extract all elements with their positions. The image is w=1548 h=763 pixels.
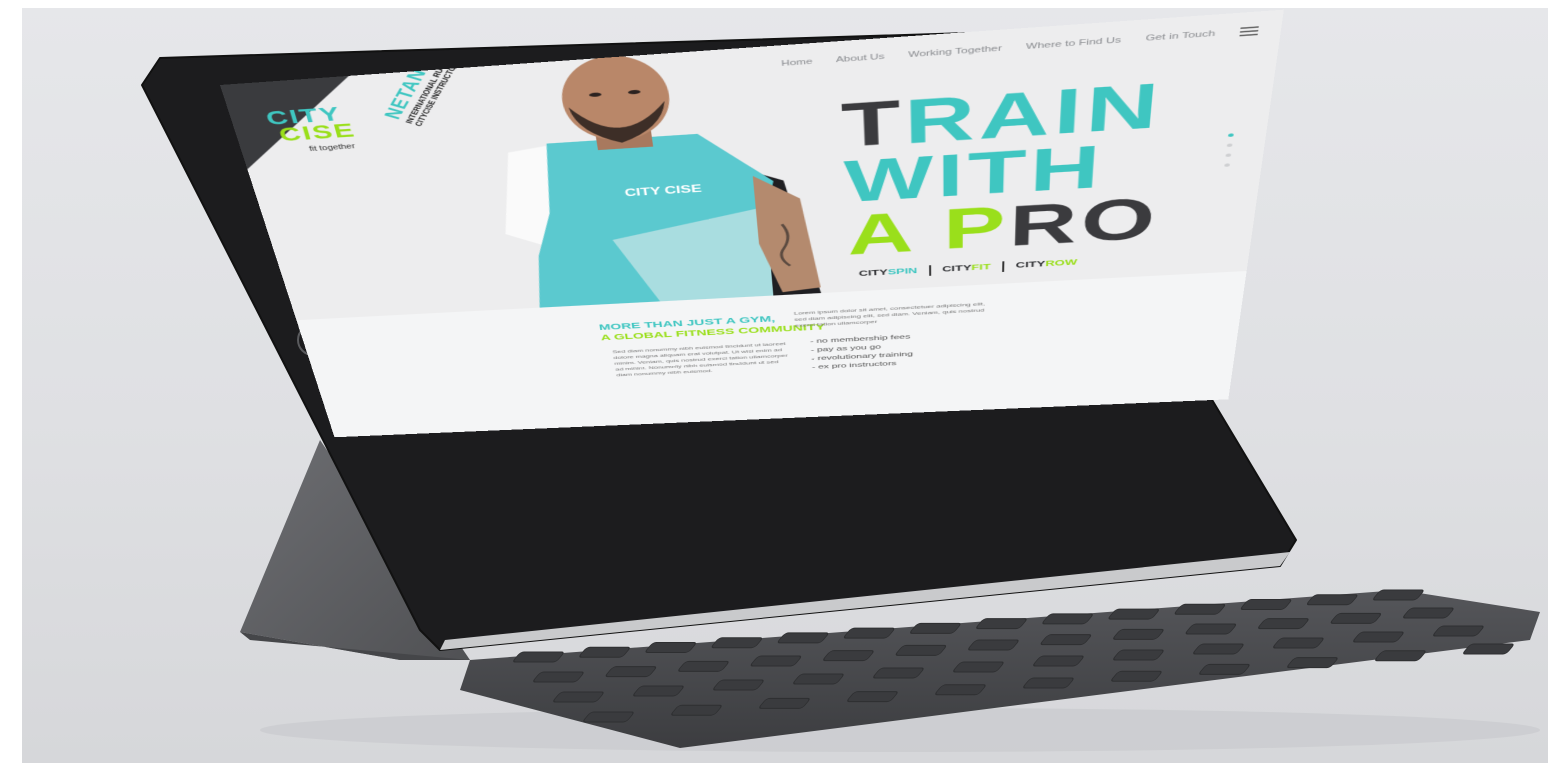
keyboard-key (910, 622, 961, 634)
keyboard-key (873, 667, 924, 679)
instructor-photo: CITY CISE (487, 52, 822, 308)
headline-line-3: A PRO (846, 186, 1162, 266)
brand-cityspin[interactable]: CITYSPIN (859, 266, 918, 278)
keyboard-key (1306, 594, 1358, 606)
hero-headline: TRAIN WITH A PRO (840, 70, 1173, 266)
keyboard-key (1185, 623, 1237, 635)
section-tagline: MORE THAN JUST A GYM, A GLOBAL FITNESS C… (598, 311, 825, 343)
keyboard-key (1113, 628, 1164, 640)
keyboard-key (968, 639, 1019, 651)
keyboard-key (633, 685, 684, 697)
keyboard-key (1033, 655, 1084, 667)
keyboard-key (1353, 631, 1404, 643)
keyboard-key (605, 666, 657, 678)
keyboard-key (935, 684, 986, 696)
logo-line-2: CISE (276, 119, 359, 146)
keyboard-key (1111, 670, 1162, 682)
keyboard-key (1199, 663, 1250, 675)
keyboard-key (1042, 613, 1093, 625)
keyboard-key (1273, 637, 1324, 649)
carousel-dots (1223, 133, 1235, 173)
keyboard-key (976, 618, 1027, 630)
keyboard-key (847, 691, 898, 703)
keyboard-key (1108, 608, 1159, 620)
carousel-dot[interactable] (1227, 133, 1234, 138)
nav-about-us[interactable]: About Us (836, 52, 885, 64)
keyboard-key (759, 697, 810, 709)
nav-get-in-touch[interactable]: Get in Touch (1145, 29, 1215, 43)
keyboard-key (1403, 607, 1454, 619)
nav-where-to-find-us[interactable]: Where to Find Us (1026, 36, 1121, 51)
body-text-right: Lorem ipsum dolor sit amet, consectetuer… (793, 301, 986, 329)
keyboard-key (1375, 650, 1426, 662)
keyboard-key (823, 650, 874, 662)
brand-cityrow[interactable]: CITYROW (1016, 258, 1078, 270)
hamburger-icon[interactable] (1239, 26, 1259, 37)
keyboard-key (713, 679, 764, 691)
carousel-dot[interactable] (1224, 163, 1230, 167)
keyboard-key (1193, 643, 1244, 655)
brand-cityfit[interactable]: CITYFIT (942, 262, 991, 273)
keyboard-key (1463, 643, 1514, 655)
nav-working-together[interactable]: Working Together (908, 44, 1002, 59)
keyboard-key (553, 691, 604, 703)
keyboard-key (533, 671, 584, 683)
keyboard-key (1174, 603, 1226, 615)
keyboard-key (711, 637, 763, 649)
headline-a-p: A P (845, 194, 1011, 267)
keyboard-key (645, 641, 696, 653)
keyboard-key (843, 627, 895, 639)
keyboard-key (513, 651, 564, 663)
keyboard-key (678, 660, 729, 672)
keyboard-key (1023, 677, 1074, 689)
logo-tagline: fit together (308, 142, 357, 154)
keyboard-key (1258, 618, 1309, 630)
keyboard-key (579, 646, 630, 658)
keyboard-key (671, 704, 722, 716)
feature-list: - no membership fees - pay as you go - r… (810, 332, 913, 371)
keyboard-key (1373, 589, 1424, 601)
headline-ro: RO (1008, 186, 1162, 258)
keyboard-key (1040, 634, 1092, 646)
body-text-left: Sed diam nonummy nibh euismod tincidunt … (611, 341, 788, 378)
keyboard-key (777, 632, 829, 644)
brand-divider (928, 265, 931, 276)
keyboard-key (750, 655, 802, 667)
keyboard-key (1287, 657, 1338, 669)
carousel-dot[interactable] (1225, 153, 1232, 158)
keyboard-key (953, 661, 1004, 673)
tablet-screen: CITY CISE fit together Home About Us Wor… (220, 9, 1284, 438)
keyboard-key (1113, 649, 1164, 661)
keyboard-key (1433, 625, 1484, 637)
carousel-dot[interactable] (1226, 143, 1233, 148)
keyboard-key (895, 644, 947, 656)
keyboard-key (1330, 612, 1382, 624)
keyboard-key (583, 711, 634, 723)
brand-divider (1002, 261, 1005, 273)
keyboard-key (793, 673, 844, 685)
keyboard-key (1240, 599, 1292, 611)
